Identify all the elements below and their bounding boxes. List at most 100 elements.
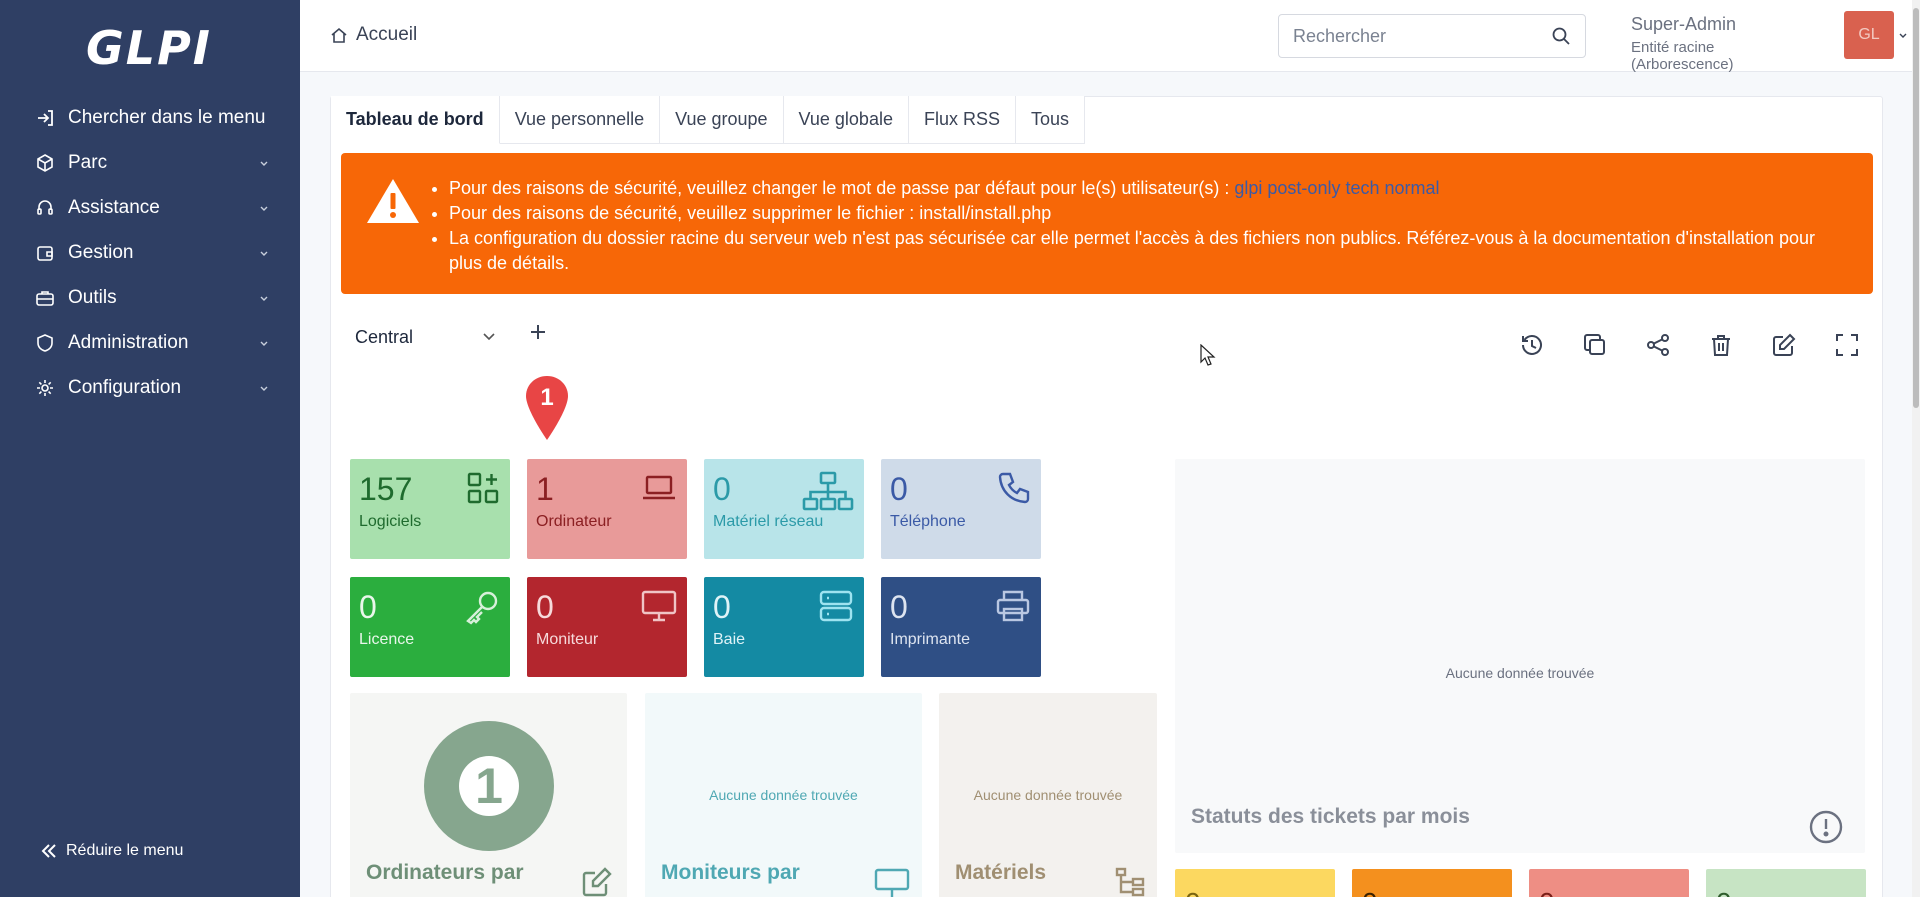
tile-moniteur[interactable]: 0 Moniteur bbox=[527, 577, 687, 677]
edit-icon[interactable] bbox=[1770, 328, 1798, 362]
tab-tableau-de-bord[interactable]: Tableau de bord bbox=[331, 96, 500, 144]
top-header: Accueil Super-Admin Entité racine (Arbor… bbox=[300, 0, 1920, 73]
chevron-down-icon bbox=[260, 296, 268, 301]
chevron-down-icon bbox=[260, 251, 268, 256]
tab-vue-globale[interactable]: Vue globale bbox=[783, 96, 909, 144]
ordinateurs-count: 1 bbox=[475, 758, 503, 814]
alert-item: Pour des raisons de sécurité, veuillez s… bbox=[449, 201, 1849, 226]
headset-icon bbox=[34, 197, 56, 219]
widget-statuts-tickets[interactable]: Aucune donnée trouvée Statuts des ticket… bbox=[1175, 459, 1865, 853]
sidebar-item-label: Administration bbox=[68, 331, 189, 353]
collapse-menu-label: Réduire le menu bbox=[66, 842, 184, 859]
widget-title: Moniteurs par bbox=[661, 861, 800, 884]
search-input[interactable] bbox=[1293, 25, 1551, 47]
logo-text: GLPI bbox=[86, 21, 212, 75]
alert-text: Pour des raisons de sécurité, veuillez c… bbox=[449, 178, 1235, 198]
warning-icon bbox=[367, 179, 419, 223]
fullscreen-icon[interactable] bbox=[1833, 328, 1861, 362]
monitor-icon bbox=[641, 590, 677, 622]
dashboard-select-value: Central bbox=[355, 326, 414, 347]
copy-icon[interactable] bbox=[1581, 328, 1609, 362]
chevron-down-icon bbox=[483, 333, 495, 341]
alert-users-link[interactable]: glpi post-only tech normal bbox=[1234, 178, 1439, 198]
gear-icon bbox=[34, 377, 56, 399]
sidebar-item-outils[interactable]: Outils bbox=[0, 275, 300, 320]
avatar[interactable]: GL bbox=[1844, 11, 1894, 59]
laptop-icon bbox=[643, 475, 675, 500]
sidebar-item-configuration[interactable]: Configuration bbox=[0, 365, 300, 410]
sidebar-item-assistance[interactable]: Assistance bbox=[0, 185, 300, 230]
add-dashboard-button[interactable] bbox=[528, 322, 548, 342]
page-scrollbar[interactable] bbox=[1912, 0, 1920, 897]
dashboard-toolbar bbox=[1518, 328, 1896, 362]
shield-icon bbox=[34, 332, 56, 354]
sidebar-item-gestion[interactable]: Gestion bbox=[0, 230, 300, 275]
tile-ordinateur[interactable]: 1 Ordinateur bbox=[527, 459, 687, 559]
briefcase-icon bbox=[34, 287, 56, 309]
widget-moniteurs[interactable]: Aucune donnée trouvée Moniteurs par bbox=[645, 693, 922, 897]
widget-ordinateurs[interactable]: 1 Ordinateurs par bbox=[350, 693, 627, 897]
tile-label: Moniteur bbox=[536, 631, 599, 648]
glpi-logo[interactable]: GLPI bbox=[86, 18, 212, 78]
tile-materiel-reseau[interactable]: 0 Matériel réseau bbox=[704, 459, 864, 559]
no-data-message: Aucune donnée trouvée bbox=[709, 787, 858, 803]
sidebar-item-label: Configuration bbox=[68, 376, 182, 398]
tab-tous[interactable]: Tous bbox=[1016, 96, 1086, 144]
alert-item: Pour des raisons de sécurité, veuillez c… bbox=[449, 176, 1849, 201]
widget-materiels[interactable]: Aucune donnée trouvée Matériels bbox=[939, 693, 1157, 897]
widget-title: Matériels bbox=[955, 861, 1047, 884]
no-data-message: Aucune donnée trouvée bbox=[973, 787, 1123, 803]
alert-list: Pour des raisons de sécurité, veuillez c… bbox=[449, 176, 1849, 276]
sidebar-item-administration[interactable]: Administration bbox=[0, 320, 300, 365]
search-menu-icon bbox=[34, 107, 56, 129]
scrollbar-thumb[interactable] bbox=[1913, 8, 1919, 408]
collapse-menu-button[interactable]: Réduire le menu bbox=[40, 842, 183, 860]
share-icon[interactable] bbox=[1644, 328, 1672, 362]
tour-marker-pin: 1 bbox=[526, 376, 568, 440]
trash-icon[interactable] bbox=[1707, 328, 1735, 362]
mini-tile[interactable]: 0 bbox=[1706, 869, 1866, 897]
tile-telephone[interactable]: 0 Téléphone bbox=[881, 459, 1041, 559]
sidebar-item-search-menu[interactable]: Chercher dans le menu bbox=[0, 95, 300, 140]
dashboard-select[interactable]: Central bbox=[346, 318, 510, 356]
monitor-icon bbox=[874, 868, 910, 897]
tile-imprimante[interactable]: 0 Imprimante bbox=[881, 577, 1041, 677]
chevron-down-icon[interactable] bbox=[1898, 30, 1908, 40]
tab-vue-groupe[interactable]: Vue groupe bbox=[660, 96, 784, 144]
search-icon[interactable] bbox=[1551, 26, 1571, 46]
tab-vue-personnelle[interactable]: Vue personnelle bbox=[499, 96, 661, 144]
mini-tile-value: 0 bbox=[1539, 887, 1555, 897]
sidebar: GLPI Chercher dans le menu Parc Assistan… bbox=[0, 0, 300, 897]
tile-label: Matériel réseau bbox=[713, 513, 824, 530]
user-name: Super-Admin bbox=[1631, 14, 1737, 34]
sidebar-item-label: Chercher dans le menu bbox=[68, 106, 266, 128]
mini-tile-value: 0 bbox=[1185, 887, 1201, 897]
breadcrumb[interactable]: Accueil bbox=[330, 24, 417, 46]
breadcrumb-home: Accueil bbox=[356, 24, 418, 45]
mouse-cursor-icon bbox=[1200, 344, 1216, 366]
tab-bar: Tableau de bord Vue personnelle Vue grou… bbox=[331, 96, 1086, 144]
sidebar-item-parc[interactable]: Parc bbox=[0, 140, 300, 185]
info-alert-icon bbox=[1809, 810, 1843, 844]
tile-label: Baie bbox=[713, 631, 746, 648]
widget-title: Statuts des tickets par mois bbox=[1191, 805, 1470, 828]
tab-flux-rss[interactable]: Flux RSS bbox=[908, 96, 1016, 144]
user-info[interactable]: Super-Admin Entité racine (Arborescence) bbox=[1631, 14, 1811, 73]
mini-tile[interactable]: 0 bbox=[1175, 869, 1335, 897]
key-icon bbox=[466, 591, 498, 625]
tile-label: Logiciels bbox=[359, 513, 422, 530]
mini-tile[interactable]: 0 bbox=[1529, 869, 1689, 897]
tile-label: Licence bbox=[359, 631, 415, 648]
history-icon[interactable] bbox=[1518, 328, 1546, 362]
sidebar-item-label: Outils bbox=[68, 286, 117, 308]
tile-licence[interactable]: 0 Licence bbox=[350, 577, 510, 677]
tile-label: Téléphone bbox=[890, 513, 966, 530]
mini-tile[interactable]: 0 bbox=[1352, 869, 1512, 897]
tile-baie[interactable]: 0 Baie bbox=[704, 577, 864, 677]
tile-logiciels[interactable]: 157 Logiciels bbox=[350, 459, 510, 559]
edit-icon bbox=[582, 867, 612, 897]
server-icon bbox=[819, 590, 853, 622]
chevron-down-icon bbox=[260, 161, 268, 166]
phone-icon bbox=[998, 472, 1030, 504]
apps-icon bbox=[467, 472, 499, 504]
